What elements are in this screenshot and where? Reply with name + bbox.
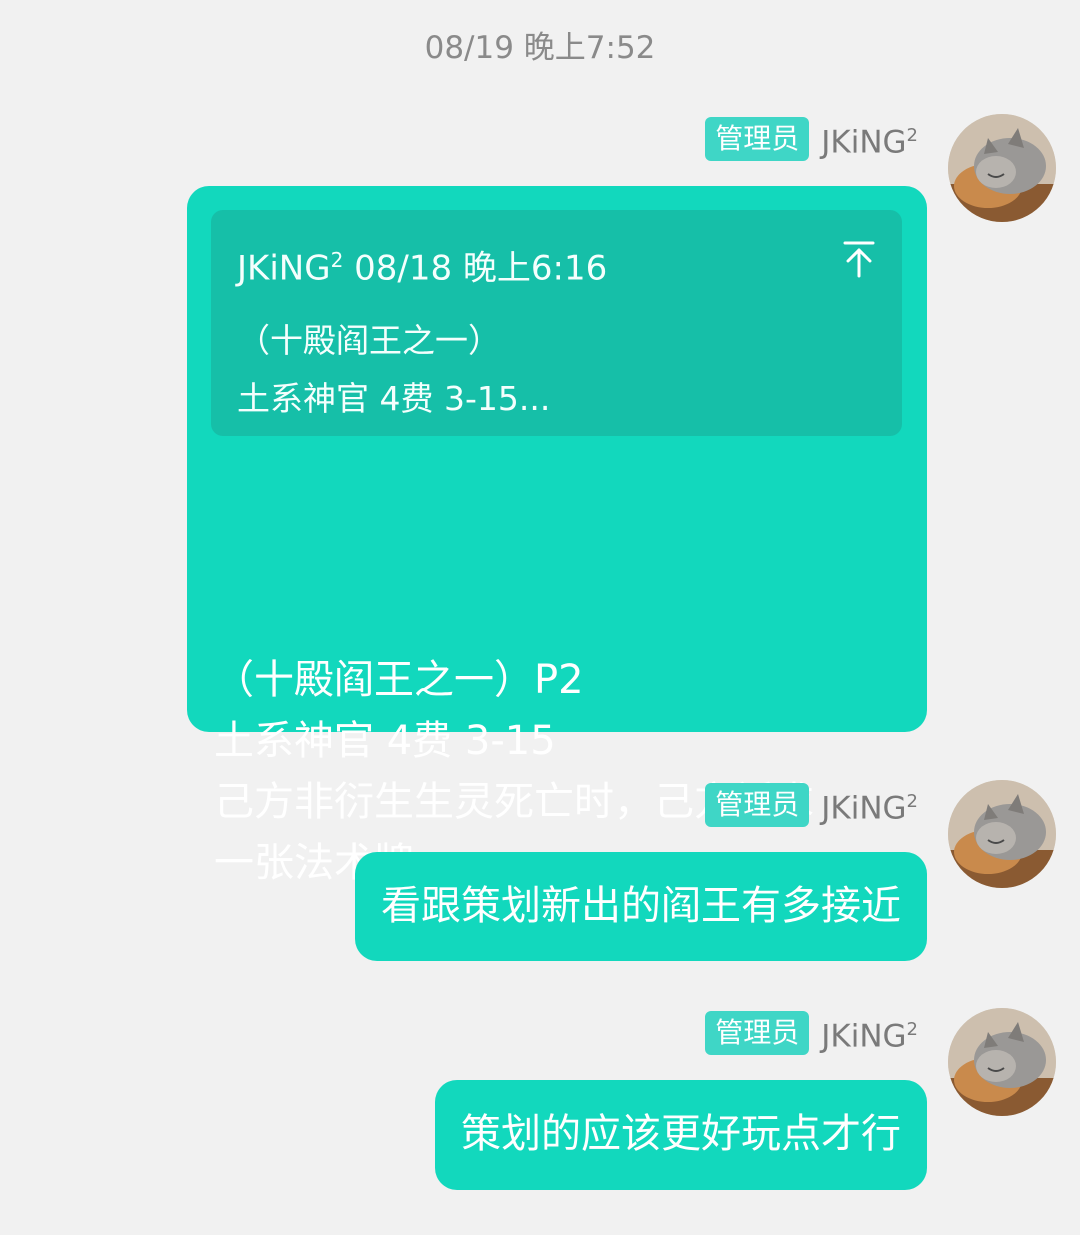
message-bubble[interactable]: JKiNG2 08/18 晚上6:16 （十殿阎王之一） 土系神官 4费 3-1… [187,186,927,886]
message-bubble[interactable]: 看跟策划新出的阎王有多接近 [355,852,927,961]
jump-to-top-icon[interactable] [842,240,876,278]
message-timestamp: 08/19 晚上7:52 [424,30,656,66]
avatar[interactable] [948,114,1056,222]
quoted-sender-superscript: 2 [330,248,344,272]
sender-name-text: JKiNG [821,1018,907,1055]
avatar[interactable] [948,780,1056,888]
sender-name-text: JKiNG [821,790,907,827]
sender-name-superscript: 2 [906,791,918,812]
sender-name-superscript: 2 [906,1019,918,1040]
quoted-sender-name: JKiNG [237,248,331,289]
admin-badge: 管理员 [705,783,810,828]
sender-name[interactable]: JKiNG2 [821,116,918,162]
admin-badge: 管理员 [705,117,810,162]
quoted-message-text: （十殿阎王之一） 土系神官 4费 3-15... [237,321,551,419]
sender-name[interactable]: JKiNG2 [821,1010,918,1056]
sender-name-superscript: 2 [906,125,918,146]
quoted-message[interactable]: JKiNG2 08/18 晚上6:16 （十殿阎王之一） 土系神官 4费 3-1… [211,210,902,436]
sender-name-text: JKiNG [821,124,907,161]
cat-avatar-image [948,114,1056,222]
message-text: 策划的应该更好玩点才行 [461,1111,901,1157]
chat-view: 08/19 晚上7:52 管理员 JKiNG2 JKiNG2 08/18 晚上6… [0,0,1080,1235]
message-header: 管理员 JKiNG2 [705,116,918,162]
cat-avatar-image [948,780,1056,888]
message-header: 管理员 JKiNG2 [705,1010,918,1056]
message-bubble[interactable]: 策划的应该更好玩点才行 [435,1080,927,1190]
quoted-message-header: JKiNG2 08/18 晚上6:16 [237,238,876,290]
admin-badge: 管理员 [705,1011,810,1056]
message-text: 看跟策划新出的阎王有多接近 [381,883,901,929]
avatar[interactable] [948,1008,1056,1116]
quoted-time: 08/18 晚上6:16 [343,248,608,289]
message-header: 管理员 JKiNG2 [705,782,918,828]
sender-name[interactable]: JKiNG2 [821,782,918,828]
cat-avatar-image [948,1008,1056,1116]
